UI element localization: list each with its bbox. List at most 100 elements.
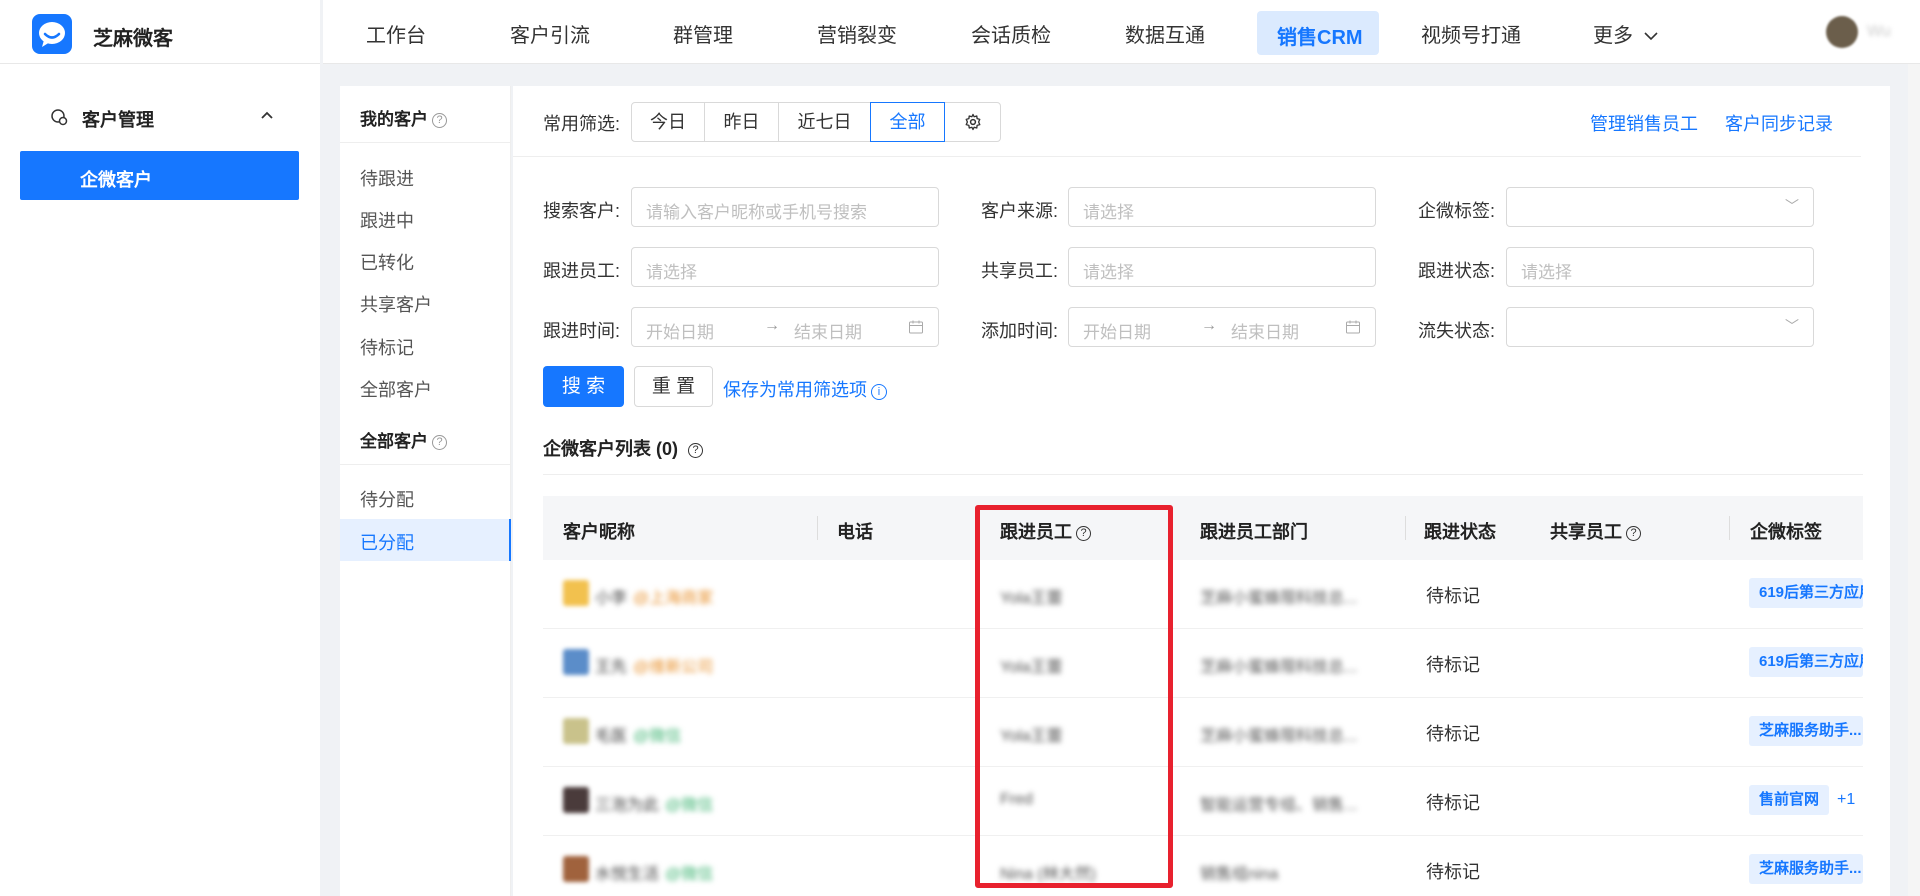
chevron-down-icon: ﹀: [1785, 198, 1799, 214]
divider: [340, 464, 510, 465]
app-logo-icon[interactable]: [32, 14, 72, 54]
customer-source-label: 客户来源:: [981, 201, 1059, 221]
quick-filter-all[interactable]: 全部: [870, 102, 945, 142]
top-divider: [320, 0, 323, 64]
nav-data-interop[interactable]: 数据互通: [1125, 19, 1205, 48]
nav-video-channel[interactable]: 视频号打通: [1421, 19, 1521, 48]
customer-avatar: [563, 580, 589, 606]
chevron-down-icon: [1643, 32, 1658, 41]
shared-staff-select[interactable]: 请选择: [1068, 247, 1376, 287]
question-circle-icon[interactable]: ?: [1626, 526, 1641, 541]
search-input-placeholder: 请输入客户昵称或手机号搜索: [646, 203, 867, 222]
column-separator: [817, 516, 818, 540]
sidebar-item-wecom-customers[interactable]: [20, 151, 299, 200]
quick-filter-today[interactable]: 今日: [631, 102, 705, 142]
col-staff-dept: 跟进员工部门: [1200, 522, 1308, 542]
wecom-tag-badge: 619后第三方应用: [1749, 578, 1863, 608]
question-circle-icon[interactable]: ?: [688, 443, 703, 458]
save-filter-link[interactable]: 保存为常用筛选项 i: [723, 376, 887, 402]
subnav-item-converted[interactable]: 已转化: [360, 249, 414, 275]
nav-more[interactable]: 更多: [1593, 19, 1659, 48]
subnav-item-assigned-label: 已分配: [360, 533, 414, 553]
customer-suffix: @微信: [633, 728, 682, 745]
wecom-tag-badge: 619后第三方应用: [1749, 647, 1863, 677]
column-separator: [1729, 516, 1730, 540]
quick-filter-last7[interactable]: 近七日: [778, 102, 871, 142]
customer-source-select[interactable]: 请选择: [1068, 187, 1376, 227]
lost-status-select[interactable]: ﹀: [1506, 307, 1814, 347]
customer-avatar: [563, 856, 589, 882]
subnav-item-unassigned[interactable]: 待分配: [360, 486, 414, 512]
sidebar-item-label: 企微客户: [80, 170, 152, 190]
follow-staff-select[interactable]: 请选择: [631, 247, 939, 287]
follow-time-range[interactable]: 开始日期 → 结束日期: [631, 307, 939, 347]
follow-status-select[interactable]: 请选择: [1506, 247, 1814, 287]
table-row[interactable]: 毛医 @微信 Yola王蕾 芝麻小蜜蜂限科技总... 待标记 芝麻服务助手...: [543, 698, 1863, 767]
nav-group-management[interactable]: 群管理: [673, 19, 733, 48]
search-input[interactable]: 请输入客户昵称或手机号搜索: [631, 187, 939, 227]
top-bar: 芝麻微客 工作台 客户引流 群管理 营销裂变 会话质检 数据互通 销售CRM 视…: [0, 0, 1920, 64]
follow-staff-placeholder: 请选择: [646, 263, 697, 282]
subnav-item-pending-follow[interactable]: 待跟进: [360, 165, 414, 191]
customer-manage-icon: [51, 109, 68, 126]
customer-nickname[interactable]: 小李: [595, 584, 627, 608]
table-row[interactable]: 三泡为此 @微信 Fred 智能运营专组、销售... 待标记 售前官网 +1: [543, 767, 1863, 836]
follow-staff-label: 跟进员工:: [543, 261, 621, 281]
start-date-placeholder: 开始日期: [646, 323, 714, 342]
customer-nickname[interactable]: 水悦生活: [595, 860, 659, 884]
wecom-tag-badge: 芝麻服务助手...: [1749, 854, 1863, 884]
subnav-item-to-mark[interactable]: 待标记: [360, 334, 414, 360]
wecom-tag-badge: 芝麻服务助手...: [1749, 716, 1863, 746]
col-shared-staff-label: 共享员工: [1550, 522, 1622, 542]
question-circle-icon[interactable]: ?: [432, 113, 447, 128]
arrow-right-icon: →: [764, 317, 780, 334]
customer-nickname[interactable]: 毛医: [595, 722, 627, 746]
scrollbar[interactable]: [1908, 64, 1920, 896]
highlight-box: [975, 505, 1173, 888]
more-tags-count[interactable]: +1: [1837, 791, 1855, 809]
user-avatar[interactable]: [1826, 16, 1858, 48]
wecom-tag-select[interactable]: ﹀: [1506, 187, 1814, 227]
nav-customer-acquisition[interactable]: 客户引流: [510, 19, 590, 48]
reset-button[interactable]: 重 置: [634, 366, 713, 407]
search-button[interactable]: 搜 索: [543, 366, 624, 407]
calendar-icon: [909, 320, 923, 334]
start-date-placeholder: 开始日期: [1083, 323, 1151, 342]
end-date-placeholder: 结束日期: [794, 323, 862, 342]
end-date-placeholder: 结束日期: [1231, 323, 1299, 342]
shared-staff-label: 共享员工:: [981, 261, 1059, 281]
col-nickname: 客户昵称: [563, 522, 635, 542]
table-header: 客户昵称 电话 跟进员工? 跟进员工部门 跟进状态 共享员工? 企微标签: [543, 496, 1863, 560]
chevron-up-icon[interactable]: [260, 110, 274, 120]
add-time-range[interactable]: 开始日期 → 结束日期: [1068, 307, 1376, 347]
table-row[interactable]: 王先 @维新公司 Yola王蕾 芝麻小蜜蜂限科技总... 待标记 619后第三方应用: [543, 629, 1863, 698]
sidebar-section-customer-management[interactable]: 客户管理: [82, 106, 154, 132]
table-row[interactable]: 水悦生活 @微信 Nina (林大然) 销售组nina 待标记 芝麻服务助手...: [543, 836, 1863, 896]
customer-table: 客户昵称 电话 跟进员工? 跟进员工部门 跟进状态 共享员工? 企微标签 小李 @…: [543, 496, 1863, 896]
list-title-text: 企微客户列表 (0): [543, 439, 678, 459]
customer-sync-records-link[interactable]: 客户同步记录: [1725, 110, 1833, 136]
user-name[interactable]: Wu: [1867, 23, 1891, 41]
nav-sales-crm[interactable]: 销售CRM: [1277, 21, 1363, 50]
shared-staff-placeholder: 请选择: [1083, 263, 1134, 282]
follow-status-cell: 待标记: [1426, 586, 1480, 606]
subnav-item-shared[interactable]: 共享客户: [360, 291, 432, 317]
subnav-item-following[interactable]: 跟进中: [360, 207, 414, 233]
subnav-item-all-mine[interactable]: 全部客户: [360, 376, 432, 402]
customer-nickname[interactable]: 三泡为此: [595, 791, 659, 815]
staff-dept-cell: 芝麻小蜜蜂限科技总...: [1200, 728, 1358, 745]
nav-marketing-fission[interactable]: 营销裂变: [817, 19, 897, 48]
customer-suffix: @上海商家: [633, 590, 714, 607]
nav-workbench[interactable]: 工作台: [366, 19, 426, 48]
staff-dept-cell: 销售组nina: [1200, 866, 1279, 883]
column-separator: [1405, 516, 1406, 540]
subnav-title-my-customers: 我的客户?: [360, 105, 447, 130]
quick-filter-settings-button[interactable]: [944, 102, 1001, 142]
quick-filter-yesterday[interactable]: 昨日: [704, 102, 779, 142]
table-row[interactable]: 小李 @上海商家 Yola王蕾 芝麻小蜜蜂限科技总... 待标记 619后第三方应用: [543, 560, 1863, 629]
customer-nickname[interactable]: 王先: [595, 653, 627, 677]
nav-session-qc[interactable]: 会话质检: [971, 19, 1051, 48]
manage-sales-staff-link[interactable]: 管理销售员工: [1590, 110, 1698, 136]
question-circle-icon[interactable]: ?: [432, 435, 447, 450]
follow-status-placeholder: 请选择: [1521, 263, 1572, 282]
